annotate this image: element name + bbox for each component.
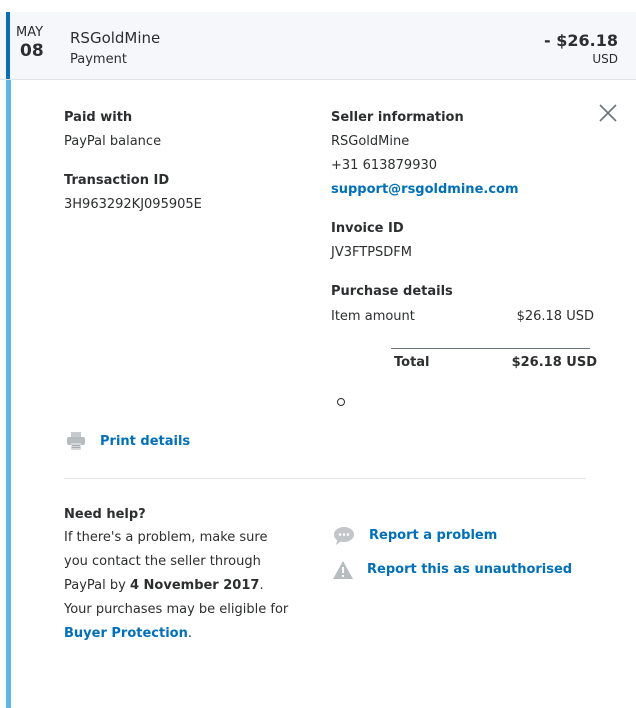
transaction-id-label: Transaction ID	[64, 173, 170, 188]
header-accent-bar	[6, 12, 10, 79]
purchase-details-label: Purchase details	[331, 284, 453, 299]
detail-accent-bar	[6, 80, 11, 708]
date-day: 08	[20, 41, 44, 61]
transaction-amount: - $26.18	[544, 31, 618, 50]
seller-email-link[interactable]: support@rsgoldmine.com	[331, 182, 519, 197]
seller-name: RSGoldMine	[331, 134, 410, 149]
buyer-protection-link[interactable]: Buyer Protection	[64, 626, 188, 641]
paid-with-label: Paid with	[64, 110, 133, 125]
need-help-title: Need help?	[64, 507, 146, 522]
section-divider	[64, 478, 586, 479]
invoice-id-label: Invoice ID	[331, 221, 404, 236]
total-label: Total	[394, 355, 430, 370]
loading-indicator	[337, 398, 345, 406]
date-month: MAY	[16, 25, 44, 40]
printer-icon[interactable]	[66, 431, 86, 455]
total-value: $26.18 USD	[511, 355, 597, 370]
seller-phone: +31 613879930	[331, 158, 438, 173]
print-details-link[interactable]: Print details	[100, 434, 190, 449]
close-icon	[599, 104, 617, 122]
transaction-id-value: 3H963292KJ095905E	[64, 197, 202, 212]
paid-with-value: PayPal balance	[64, 134, 162, 149]
invoice-id-value: JV3FTPSDFM	[331, 245, 412, 260]
item-amount-label: Item amount	[331, 309, 415, 324]
chat-bubble-icon	[333, 526, 355, 550]
warning-icon	[332, 560, 354, 584]
transaction-type: Payment	[70, 52, 127, 67]
help-text: If there's a problem, make sure you cont…	[64, 526, 294, 646]
merchant-name: RSGoldMine	[70, 29, 161, 47]
close-button[interactable]	[596, 101, 620, 125]
report-unauthorised-link[interactable]: Report this as unauthorised	[367, 562, 572, 577]
help-text-part-3: .	[187, 626, 192, 641]
help-deadline: 4 November 2017	[129, 578, 260, 593]
item-amount-value: $26.18 USD	[516, 309, 594, 324]
seller-info-label: Seller information	[331, 110, 464, 125]
report-problem-link[interactable]: Report a problem	[369, 528, 497, 543]
total-divider	[391, 348, 590, 349]
transaction-header[interactable]: MAY 08 RSGoldMine Payment - $26.18 USD	[0, 12, 636, 80]
transaction-currency: USD	[592, 52, 618, 66]
